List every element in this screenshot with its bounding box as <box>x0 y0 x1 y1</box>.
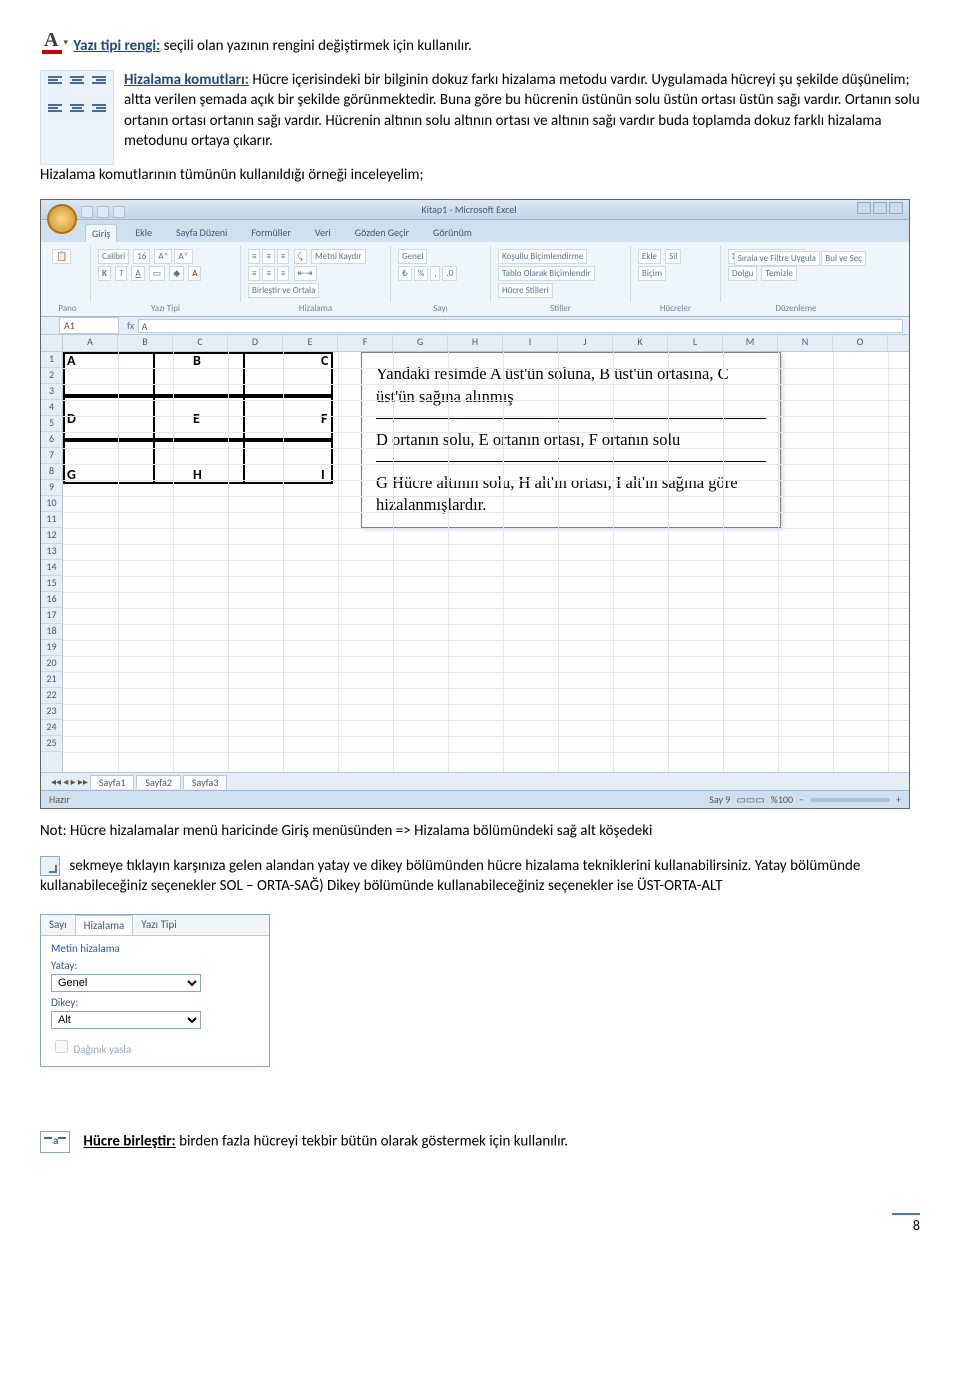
paragraph-merge: a Hücre birleştir: birden fazla hücreyi … <box>40 1131 920 1153</box>
yatay-select[interactable]: Genel <box>51 974 201 992</box>
alignment-grid-icon <box>40 70 114 165</box>
ribbon-tab: Giriş <box>85 224 117 242</box>
number-format: Genel <box>398 249 427 264</box>
column-headers: A B C D E F G H I J K L M N O <box>41 335 909 352</box>
ribbon-tab: Gözden Geçir <box>349 224 415 242</box>
paragraph-alignment: Hizalama komutları: Hücre içerisindeki b… <box>124 70 920 151</box>
row-headers: 1234567891011121314151617181920212223242… <box>41 352 63 772</box>
annotation-box: Yandaki resimde A üst'ün soluna, B üst'ü… <box>361 352 781 527</box>
quick-access-toolbar <box>81 206 125 218</box>
ribbon-tab: Ekle <box>129 224 158 242</box>
ribbon: 📋 Pano Calibri 16 A˄A˅ K T A ▭ ◆ A Yazı … <box>41 242 909 317</box>
worksheet-grid: 1234567891011121314151617181920212223242… <box>41 352 909 772</box>
font-color-text: seçili olan yazının rengini değiştirmek … <box>164 37 472 55</box>
font-size: 16 <box>133 249 150 264</box>
alignment-label: Hizalama komutları: <box>124 71 249 89</box>
dialog-tab-sayi: Sayı <box>41 915 75 935</box>
font-name: Calibri <box>98 249 129 264</box>
window-buttons <box>855 202 903 217</box>
fx-icon: fx <box>127 319 134 332</box>
excel-titlebar: Kitap1 - Microsoft Excel <box>41 200 909 220</box>
dikey-select[interactable]: Alt <box>51 1011 201 1029</box>
merge-button: Birleştir ve Ortala <box>248 283 319 298</box>
merge-cells-icon: a <box>40 1131 70 1153</box>
paragraph-note-1: Not: Hücre hizalamalar menü haricinde Gi… <box>40 821 920 841</box>
page-number: 8 <box>40 1213 920 1234</box>
font-color-icon: A ▾ <box>40 28 64 56</box>
wrap-text-button: Metni Kaydır <box>311 249 366 264</box>
format-cells-dialog: Sayı Hizalama Yazı Tipi Metin hizalama Y… <box>40 914 270 1067</box>
sheet-tabs: ◂◂ ◂ ▸ ▸▸ Sayfa1 Sayfa2 Sayfa3 <box>41 772 909 790</box>
formula-bar: A <box>138 319 903 333</box>
name-box: A1 <box>59 317 119 334</box>
ribbon-tab: Sayfa Düzeni <box>170 224 233 242</box>
ribbon-tabs: Giriş Ekle Sayfa Düzeni Formüller Veri G… <box>41 220 909 242</box>
paragraph-font-color: A ▾ Yazı tipi rengi: seçili olan yazının… <box>40 28 920 56</box>
paragraph-example-intro: Hizalama komutlarının tümünün kullanıldı… <box>40 165 920 185</box>
merge-label: Hücre birleştir: <box>83 1133 175 1151</box>
daginik-yasla-checkbox: Dağınık yasla <box>51 1037 259 1056</box>
dialog-tab-hizalama: Hizalama <box>75 915 134 935</box>
ribbon-tab: Formüller <box>245 224 297 242</box>
paragraph-note-2: sekmeye tıklayın karşınıza gelen alandan… <box>40 856 920 897</box>
ribbon-tab: Görünüm <box>427 224 478 242</box>
paste-button: 📋 <box>52 249 71 264</box>
yatay-label: Yatay: <box>51 959 259 972</box>
excel-screenshot: Kitap1 - Microsoft Excel Giriş Ekle Sayf… <box>40 199 910 809</box>
font-color-label: Yazı tipi rengi: <box>73 37 160 55</box>
status-bar: Hazır Say 9 ▭▭▭ %100 −+ <box>41 790 909 808</box>
dikey-label: Dikey: <box>51 996 259 1009</box>
dialog-launcher-icon <box>40 856 60 876</box>
ribbon-tab: Veri <box>309 224 337 242</box>
window-title: Kitap1 - Microsoft Excel <box>83 203 855 216</box>
formula-bar-row: A1 fx A <box>41 317 909 335</box>
dialog-tab-yazi: Yazı Tipi <box>133 915 184 935</box>
dialog-section-label: Metin hizalama <box>51 942 259 955</box>
merge-text: birden fazla hücreyi tekbir bütün olarak… <box>179 1133 568 1151</box>
